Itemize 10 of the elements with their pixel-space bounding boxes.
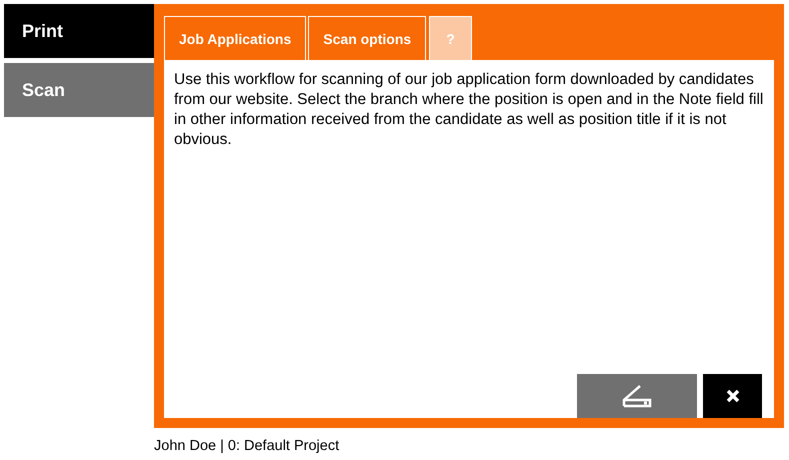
sidebar-item[interactable]: Scan [4, 63, 154, 117]
description-text: Use this workflow for scanning of our job application form downloaded by candidates from our website. Select the branch where the position is open and in the Note field fill in other information received from the candidate as well as position title if it is not obvious. [174, 70, 764, 150]
tab[interactable]: Job Applications [164, 16, 306, 60]
scan-button[interactable] [577, 374, 697, 418]
sidebar-item[interactable]: Print [4, 4, 154, 58]
scanner-icon [622, 384, 652, 408]
tab[interactable]: Scan options [308, 16, 426, 60]
status-text: John Doe | 0: Default Project [154, 438, 340, 454]
close-button[interactable] [703, 374, 762, 418]
close-icon [726, 389, 740, 403]
